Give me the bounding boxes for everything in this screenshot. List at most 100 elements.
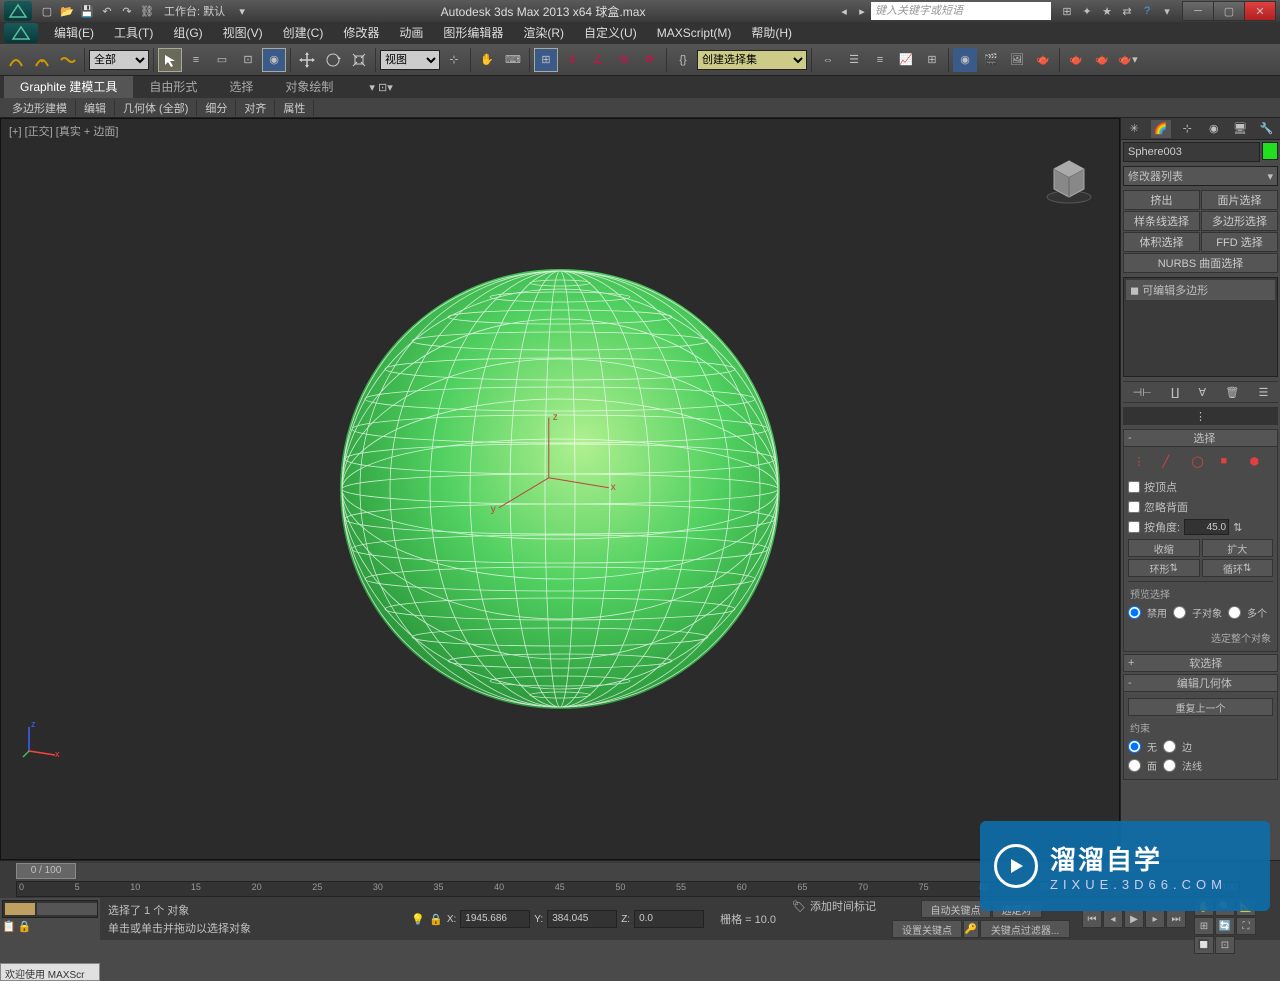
open-icon[interactable]: 📂 [58,2,76,20]
render-preset-icon[interactable]: 🫖 [1064,48,1088,72]
hierarchy-tab-icon[interactable]: ⊹ [1177,120,1197,138]
align-icon[interactable]: ☰ [842,48,866,72]
menu-modifiers[interactable]: 修改器 [333,22,389,44]
next-frame-icon[interactable]: ▸ [1145,910,1165,928]
menu-group[interactable]: 组(G) [163,22,212,44]
layers-icon[interactable]: ≡ [868,48,892,72]
element-subobj-icon[interactable]: ⬢ [1250,455,1268,473]
rollout-scroll-icon[interactable]: ⋮ [1195,410,1206,423]
curve-editor-icon[interactable]: 📈 [894,48,918,72]
help-icon[interactable]: ? [1139,3,1155,19]
preview-subobj-radio[interactable] [1173,606,1186,619]
x-coord-field[interactable]: 1945.686 [460,910,530,928]
menu-maxscript[interactable]: MAXScript(M) [647,22,742,44]
key-filter-button[interactable]: 关键点过滤器... [980,920,1070,938]
named-sel-dropdown[interactable]: 创建选择集 [697,50,807,70]
keyboard-shortcut-icon[interactable]: ⌨ [501,48,525,72]
y-coord-field[interactable]: 384.045 [547,910,617,928]
show-end-icon[interactable]: ∐ [1171,386,1179,399]
search-input[interactable]: 键入关键字或短语 [871,2,1051,20]
play-icon[interactable]: ▶ [1124,910,1144,928]
constraint-normal-radio[interactable] [1163,759,1176,772]
new-icon[interactable]: ▢ [38,2,56,20]
ribbon-sub-align[interactable]: 对齐 [236,100,275,116]
save-icon[interactable]: 💾 [78,2,96,20]
chevron-left-icon[interactable]: ◂ [835,2,853,20]
edge-subobj-icon[interactable]: ╱ [1163,455,1181,473]
snap-3d-icon[interactable]: 3 [560,48,584,72]
angle-spinner[interactable] [1184,519,1229,535]
minimize-button[interactable]: ─ [1182,1,1214,21]
loop-button[interactable]: 循环 ⇅ [1202,559,1274,577]
rollout-editgeom-header[interactable]: -编辑几何体 [1123,674,1278,692]
remove-mod-icon[interactable]: 🗑 [1225,386,1239,399]
mod-nurbs-button[interactable]: NURBS 曲面选择 [1123,253,1278,273]
zoom-region-icon[interactable]: 🔲 [1194,936,1214,954]
motion-tab-icon[interactable]: ◉ [1204,120,1224,138]
mod-extrude-button[interactable]: 挤出 [1123,190,1200,210]
orbit-icon[interactable]: 🔄 [1215,917,1235,935]
ribbon-sub-subdiv[interactable]: 细分 [197,100,236,116]
app-menu-button[interactable] [4,23,38,43]
ribbon-sub-geom[interactable]: 几何体 (全部) [115,100,197,116]
dropdown-icon[interactable]: ▾ [233,2,251,20]
configure-icon[interactable]: ☰ [1258,386,1268,399]
spinner-snap-icon[interactable]: ⟳ [638,48,662,72]
unlink-icon[interactable] [30,48,54,72]
help-dropdown-icon[interactable]: ▾ [1159,3,1175,19]
constraint-edge-radio[interactable] [1163,740,1176,753]
select-region-rect-icon[interactable]: ▭ [210,48,234,72]
link-icon[interactable]: ⛓ [138,2,156,20]
display-tab-icon[interactable]: 🖥 [1230,120,1250,138]
make-unique-icon[interactable]: ∀ [1199,386,1207,399]
maximize-button[interactable]: ▢ [1213,1,1245,21]
stack-item-editpoly[interactable]: ◼ 可编辑多边形 [1126,280,1275,300]
by-angle-checkbox[interactable] [1128,521,1140,533]
undo-icon[interactable]: ↶ [98,2,116,20]
goto-end-icon[interactable]: ⏭ [1166,910,1186,928]
set-key-button[interactable]: 设置关键点 [892,920,962,938]
script-lock-icon[interactable]: 🔒 [18,920,32,933]
modify-tab-icon[interactable]: 🌈 [1151,120,1171,138]
menu-tools[interactable]: 工具(T) [104,22,163,44]
repeat-last-button[interactable]: 重复上一个 [1128,698,1273,716]
scale-icon[interactable] [347,48,371,72]
mod-ffdsel-button[interactable]: FFD 选择 [1201,232,1278,252]
menu-views[interactable]: 视图(V) [213,22,273,44]
menu-help[interactable]: 帮助(H) [741,22,802,44]
render-icon[interactable]: 🫖 [1031,48,1055,72]
vertex-subobj-icon[interactable]: ⋮ [1134,455,1152,473]
ribbon-sub-polymodel[interactable]: 多边形建模 [4,100,76,116]
preview-multi-radio[interactable] [1228,606,1241,619]
rotate-icon[interactable] [321,48,345,72]
utilities-tab-icon[interactable]: 🔧 [1257,120,1277,138]
redo-icon[interactable]: ↷ [118,2,136,20]
window-crossing-icon[interactable]: ⊡ [236,48,260,72]
select-paint-icon[interactable]: ◉ [262,48,286,72]
sphere-object[interactable]: z x y [340,269,780,709]
ribbon-tab-graphite[interactable]: Graphite 建模工具 [4,76,133,98]
ring-button[interactable]: 环形 ⇅ [1128,559,1200,577]
prev-frame-icon[interactable]: ◂ [1103,910,1123,928]
viewport-label[interactable]: [+] [正交] [真实 + 边面] [9,123,118,139]
ref-coord-dropdown[interactable]: 视图 [380,50,440,70]
maximize-viewport-icon[interactable]: ⛶ [1236,917,1256,935]
preview-disable-radio[interactable] [1128,606,1141,619]
ribbon-tab-freeform[interactable]: 自由形式 [133,76,213,98]
mod-splinesel-button[interactable]: 样条线选择 [1123,211,1200,231]
z-coord-field[interactable]: 0.0 [634,910,704,928]
menu-animation[interactable]: 动画 [389,22,433,44]
ribbon-tab-selection[interactable]: 选择 [213,76,269,98]
grow-button[interactable]: 扩大 [1202,539,1274,557]
by-vertex-checkbox[interactable] [1128,481,1140,493]
rollout-selection-header[interactable]: -选择 [1123,429,1278,447]
rollout-soft-header[interactable]: +软选择 [1123,654,1278,672]
mirror-icon[interactable]: ⇔ [816,48,840,72]
favorites-icon[interactable]: ★ [1099,3,1115,19]
lock-icon[interactable]: 🔒 [429,913,443,926]
menu-edit[interactable]: 编辑(E) [44,22,104,44]
selection-filter-dropdown[interactable]: 全部 [89,50,149,70]
move-icon[interactable] [295,48,319,72]
ribbon-sub-props[interactable]: 属性 [275,100,314,116]
time-slider-handle[interactable]: 0 / 100 [16,863,76,879]
